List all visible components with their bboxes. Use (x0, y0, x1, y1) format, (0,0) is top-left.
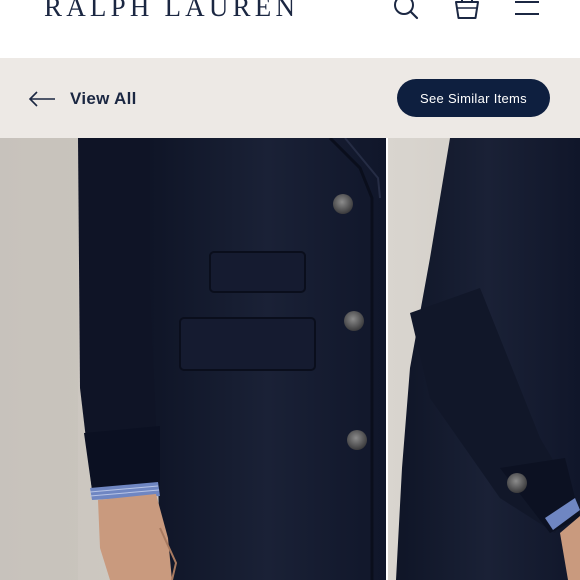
hamburger-menu-icon[interactable] (512, 0, 542, 24)
product-image-gallery[interactable] (0, 138, 580, 580)
search-icon[interactable] (391, 0, 421, 24)
view-all-link[interactable]: View All (28, 86, 137, 112)
product-photo-side (388, 138, 580, 580)
view-all-label: View All (70, 89, 137, 108)
top-header: RALPH LAUREN (0, 0, 580, 58)
product-photo-front (0, 138, 386, 580)
brand-logo[interactable]: RALPH LAUREN (44, 0, 299, 23)
product-subbar: View All See Similar Items (0, 58, 580, 138)
see-similar-items-button[interactable]: See Similar Items (397, 79, 550, 117)
back-arrow-icon (28, 91, 55, 107)
shopping-bag-icon[interactable] (452, 0, 482, 24)
